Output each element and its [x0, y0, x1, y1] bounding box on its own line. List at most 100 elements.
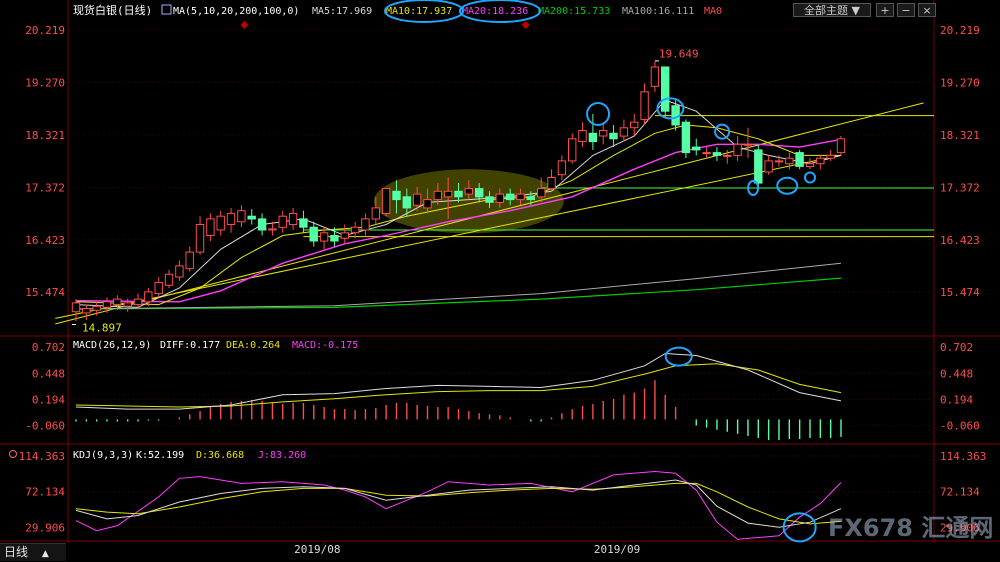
candle-body: [330, 235, 339, 242]
candle-body: [257, 218, 267, 231]
candle-body: [175, 265, 184, 278]
kdj-d-value: D:36.668: [196, 450, 244, 461]
candlestick-chart-panel[interactable]: 20.219 20.219 19.270 19.270 18.321 18.321 17.3…: [0, 0, 1000, 560]
candle-body: [609, 132, 618, 140]
candle-body: [288, 212, 298, 225]
price-axis-label-left: 20.219: [25, 24, 65, 37]
candle-body: [826, 154, 835, 159]
candle-body: [640, 91, 649, 120]
candle-body: [454, 190, 463, 198]
candle-body: [123, 302, 132, 307]
candle-body: [361, 218, 370, 231]
candle-body: [113, 298, 122, 306]
price-axis-label-left: 17.372: [25, 181, 65, 194]
price-axis-label-left: 19.270: [25, 76, 65, 89]
high-price-annotation: 19.649: [659, 48, 699, 61]
candle-body: [599, 130, 608, 137]
candle-body: [836, 138, 846, 154]
candle-body: [278, 215, 287, 228]
candle-body: [588, 132, 598, 143]
watermark: FX678 汇通网: [828, 514, 994, 542]
macd-axis-label-right: 0.194: [940, 393, 973, 406]
period-tab[interactable]: 日线 ▲: [0, 543, 66, 561]
candle-body: [795, 152, 804, 167]
candle-body: [774, 160, 784, 163]
add-icon[interactable]: +: [876, 3, 894, 17]
price-axis-label-left: 16.423: [25, 234, 65, 247]
candle-body: [805, 163, 815, 167]
macd-dea-value: DEA:0.264: [226, 340, 280, 351]
topic-select[interactable]: 全部主题 ▼: [793, 3, 871, 17]
candle-body: [464, 188, 474, 195]
price-axis-label-right: 16.423: [940, 234, 980, 247]
triangle-up-icon: ▲: [41, 549, 49, 559]
kdj-axis-label-left: 72.134: [25, 486, 65, 499]
macd-diff-value: DIFF:0.177: [160, 340, 220, 351]
ma10-value: MA10:17.937: [386, 6, 452, 17]
candle-body: [785, 157, 794, 165]
macd-value: MACD:-0.175: [292, 340, 358, 351]
candle-body: [733, 143, 742, 156]
candle-body: [661, 66, 670, 112]
kdj-j-value: J:83.260: [258, 450, 306, 461]
candle-body: [723, 154, 732, 157]
macd-axis-label-right: 0.448: [940, 367, 973, 380]
candle-body: [681, 121, 691, 154]
ma20-value: MA20:18.236: [462, 6, 528, 17]
candle-body: [350, 226, 360, 234]
candle-body: [299, 218, 308, 228]
candle-body: [309, 226, 318, 242]
kdj-k-value: K:52.199: [136, 450, 184, 461]
candle-body: [195, 224, 205, 253]
candle-body: [216, 215, 225, 231]
candle-body: [526, 196, 535, 201]
candle-body: [547, 177, 556, 190]
ma5-value: MA5:17.969: [312, 6, 372, 17]
macd-axis-label-right: 0.702: [940, 341, 973, 354]
price-axis-label-right: 18.321: [940, 129, 980, 142]
date-axis-label: 2019/09: [594, 543, 640, 556]
kdj-axis-label-left: 114.363: [19, 450, 65, 463]
candle-body: [402, 196, 412, 209]
candle-body: [743, 143, 753, 146]
candle-body: [319, 232, 329, 242]
candle-body: [630, 121, 639, 129]
candle-body: [102, 301, 112, 308]
candle-body: [506, 193, 515, 201]
chevron-down-icon: ▼: [851, 4, 860, 17]
chart-background: [0, 0, 1000, 560]
candle-body: [557, 160, 567, 176]
macd-axis-label-left: 0.448: [32, 367, 65, 380]
candle-body: [82, 308, 91, 314]
candle-body: [154, 282, 163, 295]
candle-body: [381, 188, 391, 215]
price-axis-label-left: 18.321: [25, 129, 65, 142]
candle-body: [433, 190, 443, 201]
candle-body: [144, 291, 153, 303]
candle-body: [247, 215, 256, 220]
ma0-value: MA0: [704, 6, 722, 17]
candle-body: [650, 66, 660, 87]
candle-body: [71, 302, 81, 313]
candle-body: [495, 193, 505, 203]
ma-spec: MA(5,10,20,200,100,0): [173, 6, 299, 17]
minus-icon[interactable]: −: [897, 3, 915, 17]
candle-body: [185, 251, 194, 270]
macd-axis-label-left: -0.060: [25, 420, 65, 433]
low-price-annotation: 14.897: [82, 322, 122, 335]
candle-body: [164, 273, 174, 286]
candle-body: [475, 188, 484, 198]
kdj-spec: KDJ(9,3,3): [73, 450, 133, 461]
ma200-value: MA200:15.733: [538, 6, 610, 17]
candle-body: [712, 152, 722, 156]
topic-select-label: 全部主题: [804, 4, 849, 17]
candle-body: [237, 210, 246, 223]
candle-body: [392, 190, 401, 201]
candle-body: [485, 196, 494, 203]
candle-body: [268, 228, 277, 231]
price-axis-label-left: 15.474: [25, 286, 65, 299]
candle-body: [692, 146, 701, 151]
close-icon[interactable]: ×: [918, 3, 936, 17]
price-axis-label-right: 17.372: [940, 181, 980, 194]
candle-body: [578, 130, 587, 143]
